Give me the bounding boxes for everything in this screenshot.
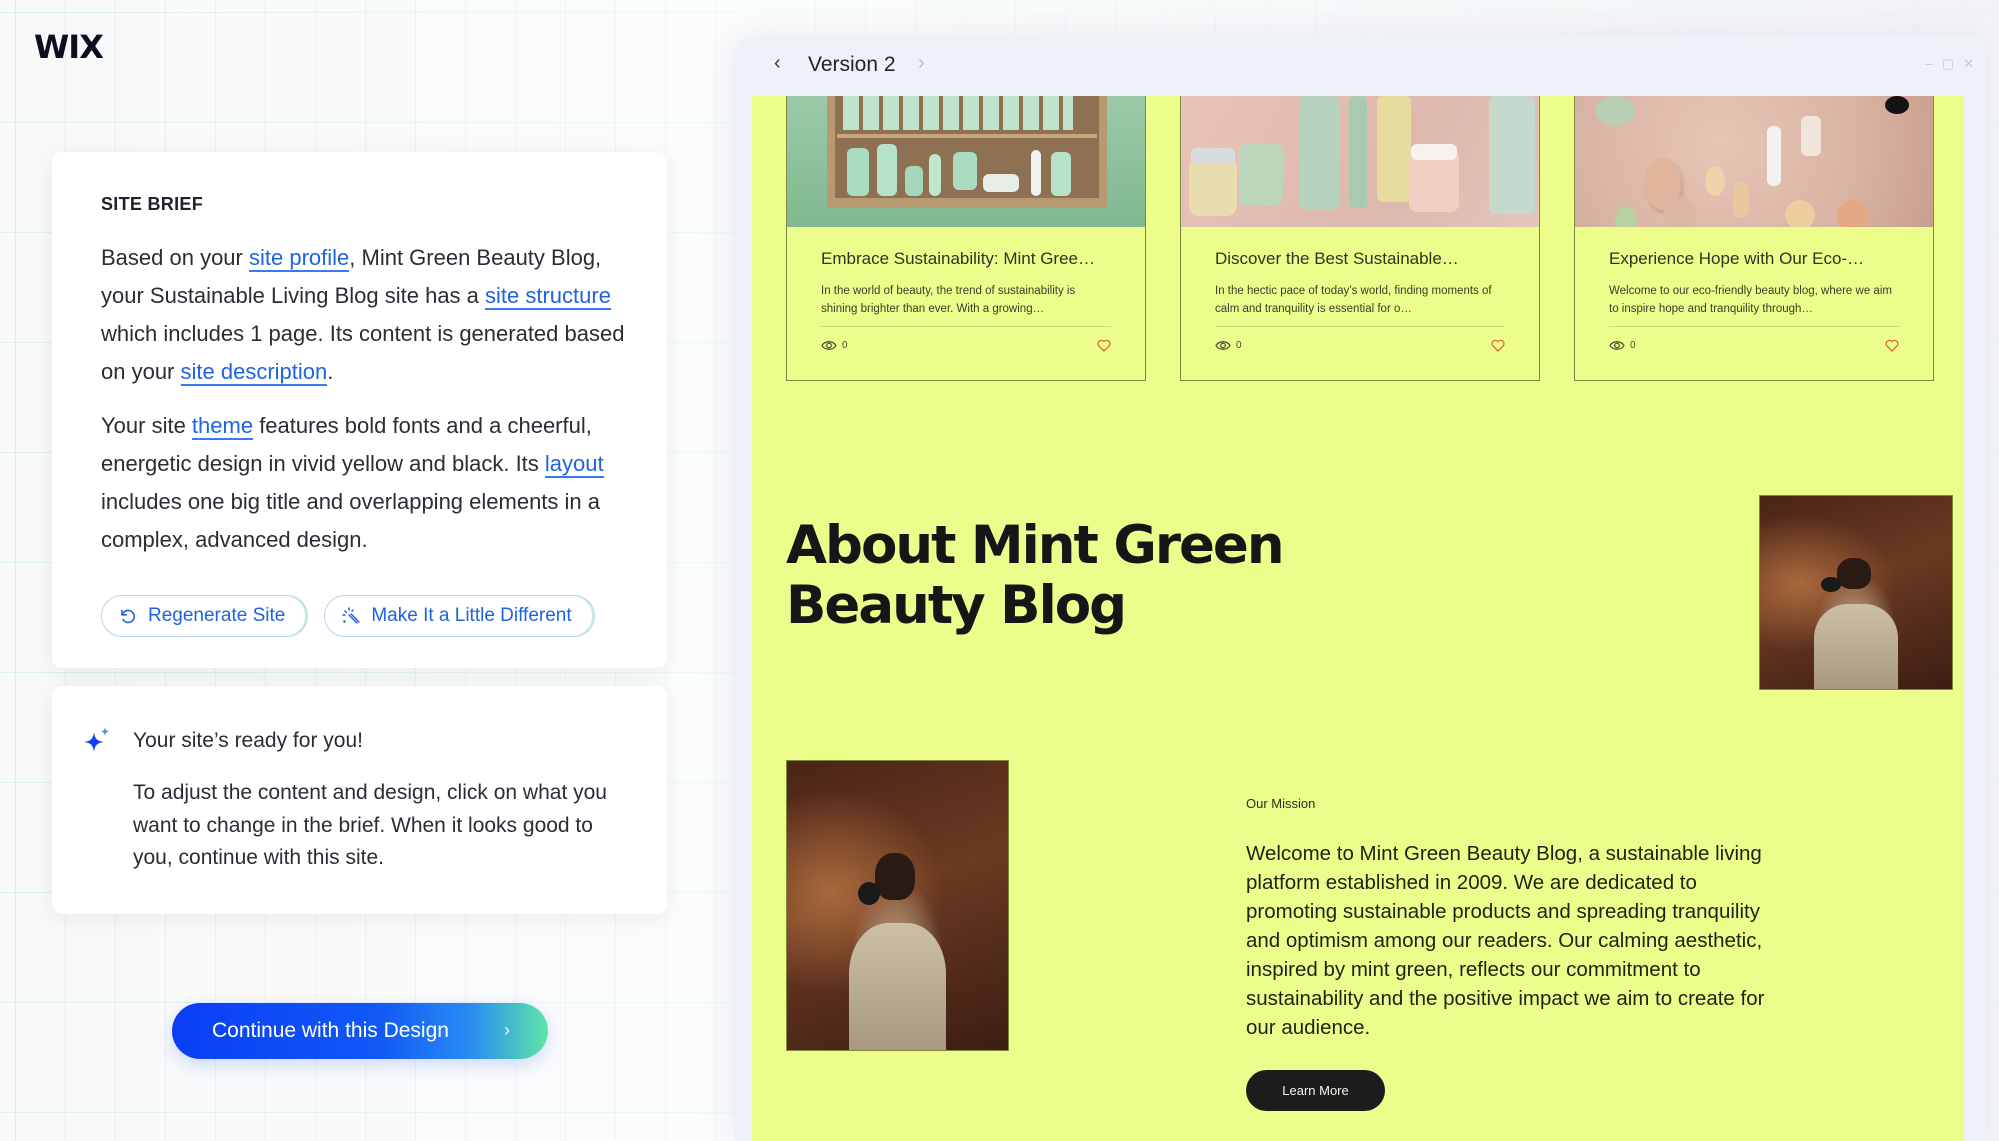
blog-post-excerpt: Welcome to our eco-friendly beauty blog,…	[1609, 285, 1892, 315]
regenerate-site-button[interactable]: Regenerate Site	[101, 595, 309, 637]
blog-post-title[interactable]: Discover the Best Sustainable…	[1215, 249, 1539, 269]
blog-post-image	[1181, 96, 1539, 227]
site-brief-title: SITE BRIEF	[101, 194, 204, 214]
blog-post-meta: 0	[1215, 339, 1505, 352]
previous-version-button[interactable]: ‹	[774, 52, 781, 75]
site-brief-actions: Regenerate Site Make It a Little Differe…	[101, 595, 667, 637]
wix-logo[interactable]: WIX	[34, 28, 104, 66]
about-photo-large	[786, 760, 1009, 1051]
view-count-value: 0	[842, 340, 848, 351]
text: Based on your	[101, 245, 249, 270]
text: includes one big title and overlapping e…	[101, 489, 600, 552]
make-it-different-button[interactable]: Make It a Little Different	[324, 595, 595, 637]
blog-post-title[interactable]: Embrace Sustainability: Mint Gree…	[821, 249, 1145, 269]
make-it-different-label: Make It a Little Different	[371, 605, 572, 626]
view-count: 0	[1215, 340, 1242, 351]
blog-post-card[interactable]: Discover the Best Sustainable… In the he…	[1180, 96, 1540, 381]
text: Your site	[101, 413, 192, 438]
site-ready-card: Your site’s ready for you! To adjust the…	[52, 686, 667, 914]
blog-post-body: Experience Hope with Our Eco-… Welcome t…	[1575, 227, 1933, 352]
site-ready-message: To adjust the content and design, click …	[133, 781, 607, 869]
site-description-link[interactable]: site description	[180, 359, 328, 386]
blog-post-excerpt: In the world of beauty, the trend of sus…	[821, 285, 1076, 315]
maximize-icon[interactable]: ▢	[1942, 56, 1954, 72]
heart-icon[interactable]	[1097, 339, 1111, 352]
divider	[1215, 326, 1505, 327]
next-version-button[interactable]: ›	[918, 52, 925, 75]
site-ready-title: Your site’s ready for you!	[133, 729, 363, 752]
view-count-value: 0	[1630, 340, 1636, 351]
view-count-value: 0	[1236, 340, 1242, 351]
mission-label: Our Mission	[1246, 796, 1316, 811]
theme-link[interactable]: theme	[191, 413, 254, 440]
continue-with-design-button[interactable]: Continue with this Design ›	[172, 1003, 548, 1059]
refresh-icon	[121, 609, 135, 624]
layout-link[interactable]: layout	[544, 451, 604, 478]
blog-post-body: Embrace Sustainability: Mint Gree… In th…	[787, 227, 1145, 352]
site-preview-window: ‹ Version 2 › – ▢ ✕ Embrace Sustainabili…	[734, 36, 1986, 1141]
blog-post-meta: 0	[1609, 339, 1899, 352]
sparkle-icon	[84, 727, 109, 752]
mission-text: Welcome to Mint Green Beauty Blog, a sus…	[1246, 842, 1765, 1039]
site-brief-paragraph-1: Based on your site profile, Mint Green B…	[101, 239, 641, 391]
minimize-icon[interactable]: –	[1926, 56, 1933, 72]
view-count: 0	[1609, 340, 1636, 351]
continue-label: Continue with this Design	[212, 1019, 449, 1042]
about-heading-line-1: About Mint Green	[786, 515, 1285, 576]
view-count: 0	[821, 340, 848, 351]
blog-post-excerpt: In the hectic pace of today’s world, fin…	[1215, 285, 1492, 315]
about-photo-small	[1759, 495, 1953, 690]
blog-post-title[interactable]: Experience Hope with Our Eco-…	[1609, 249, 1933, 269]
close-icon[interactable]: ✕	[1963, 56, 1974, 72]
divider	[821, 326, 1111, 327]
site-brief-paragraph-2: Your site theme features bold fonts and …	[101, 407, 641, 559]
text: which includes 1 page. Its content is ge…	[101, 321, 625, 384]
eye-icon	[1215, 341, 1231, 350]
divider	[1609, 326, 1899, 327]
eye-icon	[1609, 341, 1625, 350]
preview-header: ‹ Version 2 › – ▢ ✕	[734, 36, 1986, 96]
magic-wand-icon	[342, 607, 361, 624]
blog-post-body: Discover the Best Sustainable… In the he…	[1181, 227, 1539, 352]
blog-post-card[interactable]: Experience Hope with Our Eco-… Welcome t…	[1574, 96, 1934, 381]
about-heading: About Mint Green Beauty Blog	[786, 515, 1285, 636]
regenerate-site-label: Regenerate Site	[148, 605, 286, 626]
window-controls: – ▢ ✕	[1926, 56, 1974, 72]
heart-icon[interactable]	[1491, 339, 1505, 352]
eye-icon	[821, 341, 837, 350]
site-canvas[interactable]: Embrace Sustainability: Mint Gree… In th…	[752, 96, 1964, 1141]
site-brief-card: SITE BRIEF Based on your site profile, M…	[52, 152, 667, 668]
heart-icon[interactable]	[1885, 339, 1899, 352]
blog-post-card[interactable]: Embrace Sustainability: Mint Gree… In th…	[786, 96, 1146, 381]
version-label: Version 2	[808, 53, 896, 76]
site-structure-link[interactable]: site structure	[485, 283, 611, 310]
site-profile-link[interactable]: site profile	[248, 245, 350, 272]
blog-post-meta: 0	[821, 339, 1111, 352]
chevron-right-icon: ›	[504, 1020, 510, 1040]
learn-more-button[interactable]: Learn More	[1246, 1070, 1385, 1111]
blog-post-image	[787, 96, 1145, 227]
about-heading-line-2: Beauty Blog	[786, 575, 1127, 636]
blog-post-image	[1575, 96, 1933, 227]
text: .	[327, 359, 334, 384]
